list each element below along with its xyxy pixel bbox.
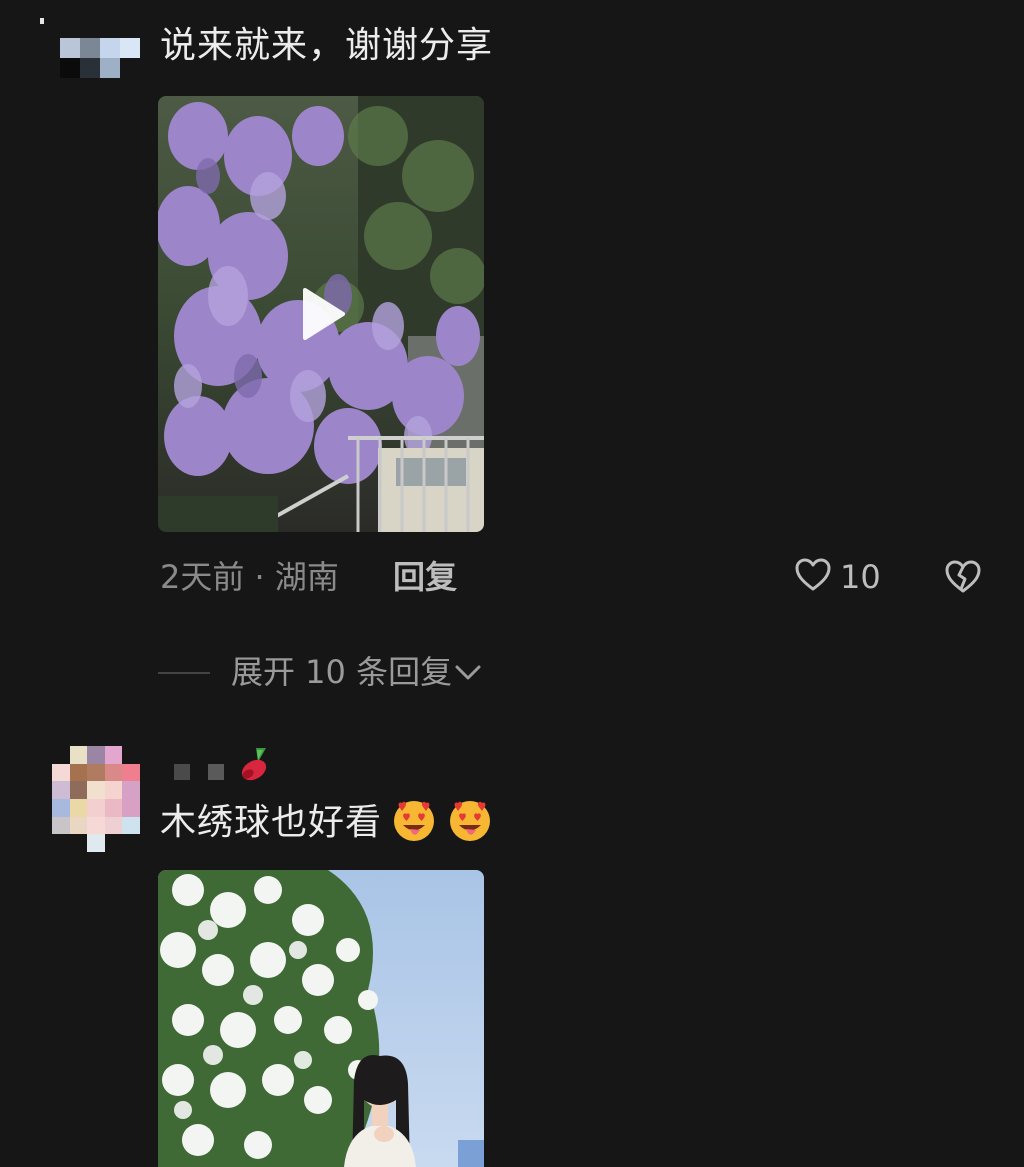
expand-replies-label[interactable]: 展开 10 条回复 bbox=[231, 650, 452, 694]
comment-text: 说来就来，谢谢分享 bbox=[160, 25, 494, 66]
comment-video-thumbnail[interactable] bbox=[158, 96, 484, 532]
chevron-down-icon[interactable] bbox=[454, 662, 482, 682]
like-count: 10 bbox=[840, 558, 881, 596]
heart-icon[interactable] bbox=[794, 557, 832, 593]
comment-text-body: 木绣球也好看 bbox=[160, 802, 383, 843]
reply-button[interactable]: 回复 bbox=[393, 555, 457, 599]
divider-line bbox=[158, 672, 210, 674]
hydrangea-photo bbox=[158, 870, 484, 1167]
star-struck-tongue-emoji bbox=[450, 801, 491, 841]
expand-replies[interactable]: 展开 10 条回复 bbox=[158, 650, 558, 694]
star-struck-tongue-emoji bbox=[394, 801, 435, 841]
cherry-icon bbox=[241, 748, 267, 781]
avatar[interactable] bbox=[40, 18, 140, 78]
comment-text: 木绣球也好看 bbox=[160, 796, 494, 845]
comment-image-thumbnail[interactable] bbox=[158, 870, 484, 1167]
broken-heart-icon[interactable] bbox=[944, 559, 982, 595]
comment-meta: 2天前 · 湖南 回复 10 bbox=[160, 555, 990, 599]
username[interactable] bbox=[174, 764, 224, 780]
play-icon[interactable] bbox=[291, 284, 351, 344]
avatar[interactable] bbox=[52, 746, 140, 852]
comment-time-location: 2天前 · 湖南 bbox=[160, 558, 339, 596]
